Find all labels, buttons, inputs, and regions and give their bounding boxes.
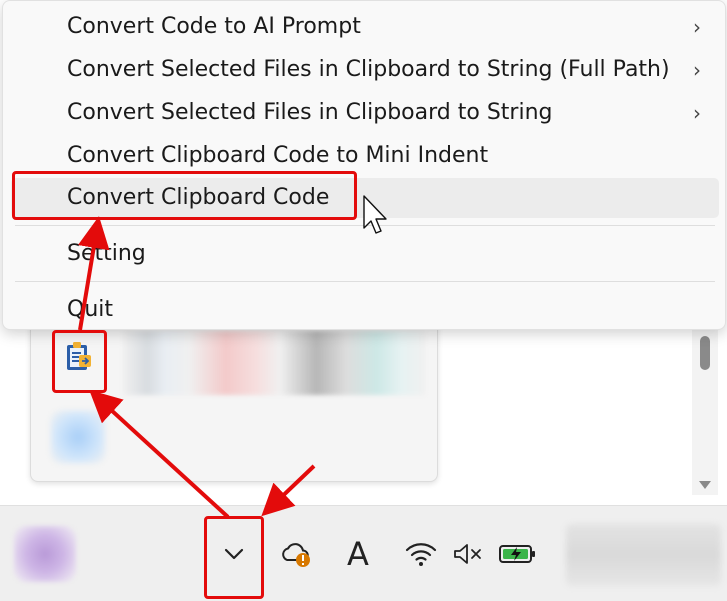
arrow-to-app-icon: [89, 389, 230, 519]
arrow-to-chevron: [261, 464, 316, 517]
arrow-to-menu-item: [77, 216, 110, 331]
mouse-cursor-icon: [363, 195, 387, 234]
annotation-arrows: [77, 195, 387, 519]
